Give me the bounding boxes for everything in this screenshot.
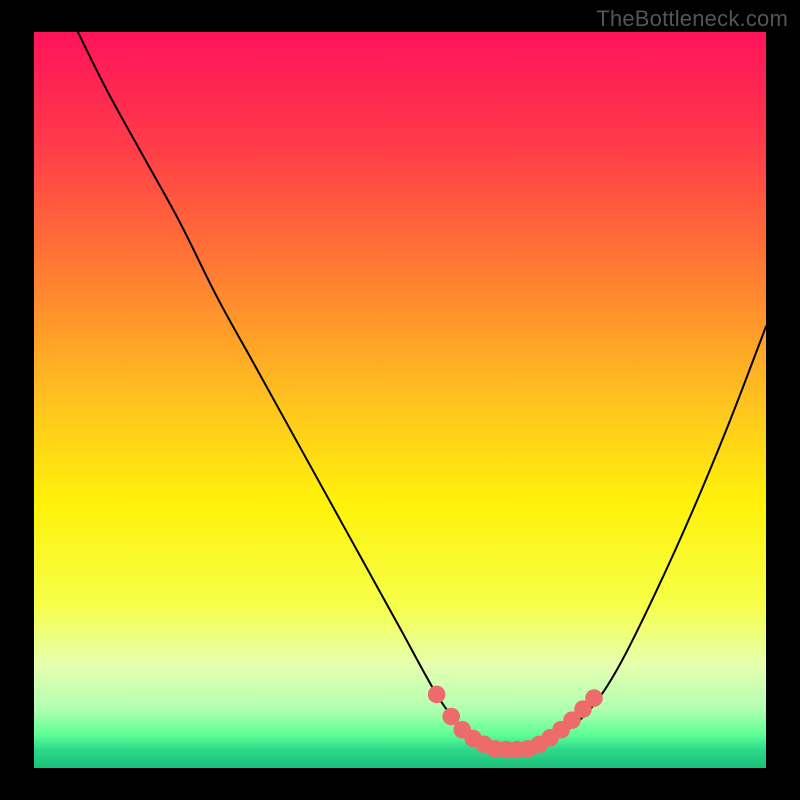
- gradient-background: [34, 32, 766, 768]
- marker-dot: [428, 686, 446, 704]
- watermark-text: TheBottleneck.com: [596, 6, 788, 32]
- bottleneck-chart: [34, 32, 766, 768]
- plot-area: [34, 32, 766, 768]
- chart-frame: TheBottleneck.com: [0, 0, 800, 800]
- marker-dot: [585, 689, 603, 707]
